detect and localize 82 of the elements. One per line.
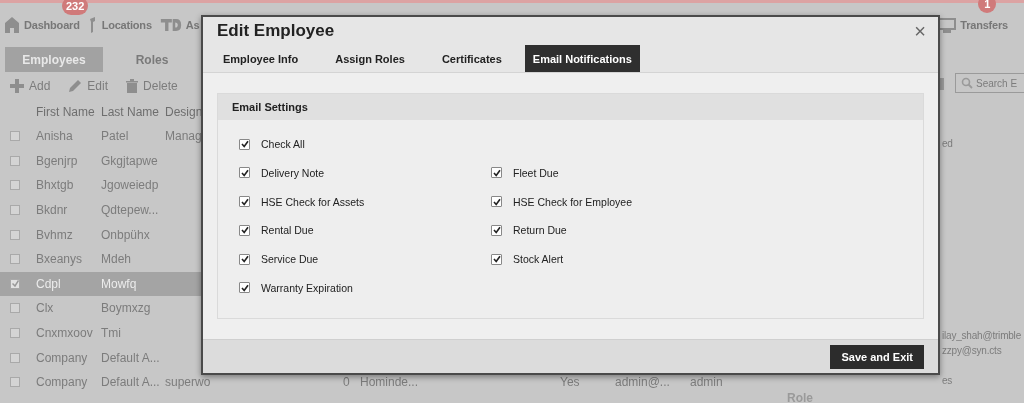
tab[interactable]: Employee Info: [209, 45, 313, 72]
checkbox[interactable]: [491, 253, 502, 265]
checkbox[interactable]: [239, 253, 250, 265]
trash-icon: [126, 79, 139, 93]
checkbox[interactable]: [239, 167, 250, 179]
checkbox[interactable]: [491, 196, 502, 208]
table-cell: Tmi: [101, 326, 121, 341]
search-icon: [961, 77, 973, 89]
count-badge: 1: [978, 0, 997, 13]
table-cell: Anisha: [36, 129, 73, 144]
save-and-exit-button[interactable]: Save and Exit: [830, 344, 924, 369]
checkbox[interactable]: [239, 282, 250, 294]
table-cell: Mdeh: [101, 252, 132, 267]
row-checkbox[interactable]: [10, 229, 20, 240]
table-cell: Bvhmz: [36, 227, 73, 242]
pin-icon: [87, 15, 98, 34]
table-cell: Jgoweiedp: [101, 178, 159, 193]
table-cell: Company: [36, 375, 88, 390]
table-cell: superwo: [165, 375, 211, 390]
row-checkbox[interactable]: [10, 131, 20, 142]
table-cell: Gkgjtapwe: [101, 153, 158, 168]
checkbox-label[interactable]: Stock Alert: [513, 253, 564, 266]
table-cell: es: [942, 375, 953, 386]
tab[interactable]: Email Notifications: [524, 45, 640, 72]
row-checkbox[interactable]: [10, 377, 20, 388]
row-checkbox[interactable]: [10, 328, 20, 339]
table-cell: Qdtepew...: [101, 203, 159, 218]
table-cell: Hominde...: [360, 375, 419, 390]
checkbox[interactable]: [239, 196, 250, 208]
row-checkbox[interactable]: [10, 278, 20, 289]
table-cell: Default A...: [101, 350, 160, 365]
table-cell: Bxeanys: [36, 252, 83, 267]
checkbox-label[interactable]: HSE Check for Assets: [261, 195, 365, 208]
table-cell: Boymxzg: [101, 301, 151, 316]
table-cell: Cnxmxoov: [36, 326, 93, 341]
section-header: Email Settings: [218, 94, 923, 120]
checkbox[interactable]: [239, 224, 250, 236]
table-cell: ed: [942, 138, 953, 149]
table-cell: admin@...: [615, 375, 670, 390]
table-cell: Onbpühx: [101, 227, 150, 242]
dialog-title: Edit Employee: [217, 21, 335, 41]
table-cell: 0: [343, 375, 350, 390]
home-icon: [4, 15, 20, 34]
tab[interactable]: Certificates: [427, 45, 516, 72]
table-cell: Company: [36, 350, 88, 365]
monitor-icon: [938, 15, 957, 34]
row-checkbox[interactable]: [10, 254, 20, 265]
checkbox-label[interactable]: Service Due: [261, 253, 319, 266]
checkbox-label[interactable]: HSE Check for Employee: [513, 195, 633, 208]
checkbox-label[interactable]: Warranty Expiration: [261, 282, 353, 294]
tab[interactable]: Assign Roles: [321, 45, 419, 72]
pencil-icon: [68, 79, 83, 93]
table-cell: zzpy@syn.cts: [942, 345, 1002, 356]
table-cell: Yes: [560, 375, 580, 390]
checkbox[interactable]: [239, 138, 250, 150]
table-cell: Bkdnr: [36, 203, 68, 218]
checkbox-label[interactable]: Rental Due: [261, 224, 314, 237]
row-checkbox[interactable]: [10, 155, 20, 166]
table-cell: Mowfq: [101, 276, 137, 291]
row-checkbox[interactable]: [10, 205, 20, 216]
table-cell: Cdpl: [36, 276, 61, 291]
table-cell: Patel: [101, 129, 129, 144]
row-checkbox[interactable]: [10, 352, 20, 363]
table-cell: Bhxtgb: [36, 178, 74, 193]
table-cell: ilay_shah@trimble: [942, 330, 1021, 341]
row-checkbox[interactable]: [10, 180, 20, 191]
table-cell: admin: [690, 375, 723, 390]
count-badge: 232: [62, 0, 89, 15]
checkbox[interactable]: [491, 167, 502, 179]
search-field[interactable]: Search E: [955, 73, 1024, 93]
table-cell: Manag: [165, 129, 202, 144]
close-button[interactable]: ×: [914, 21, 926, 41]
checkbox-label[interactable]: Check All: [261, 138, 305, 150]
checkbox[interactable]: [491, 224, 502, 236]
plus-icon: [10, 79, 24, 93]
table-cell: Default A...: [101, 375, 160, 390]
checkbox-label[interactable]: Delivery Note: [261, 166, 325, 179]
checkbox-label[interactable]: Fleet Due: [513, 166, 559, 179]
row-checkbox[interactable]: [10, 303, 20, 314]
checkbox-label[interactable]: Return Due: [513, 224, 567, 237]
table-cell: Clx: [36, 301, 54, 316]
table-cell: Bgenjrp: [36, 153, 78, 168]
